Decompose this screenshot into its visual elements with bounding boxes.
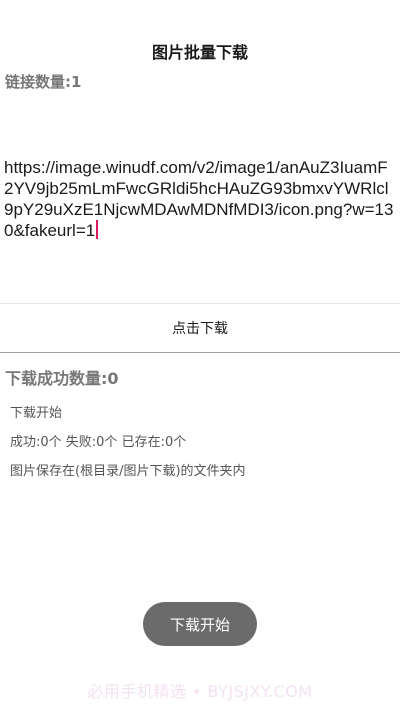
toast-message: 下载开始 <box>143 602 257 646</box>
download-button[interactable]: 点击下载 <box>0 304 400 352</box>
log-line-save-path: 图片保存在(根目录/图片下载)的文件夹内 <box>10 464 246 479</box>
log-list: 下载开始 成功:0个 失败:0个 已存在:0个 图片保存在(根目录/图片下载)的… <box>10 404 246 491</box>
page-title: 图片批量下载 <box>151 43 248 62</box>
log-line-stats: 成功:0个 失败:0个 已存在:0个 <box>10 435 187 450</box>
link-count-label: 链接数量:1 <box>5 73 82 91</box>
watermark: 必用手机精选 • BYJSJXY.COM <box>87 682 313 701</box>
success-count-label: 下载成功数量:0 <box>5 369 119 388</box>
text-cursor <box>96 220 99 239</box>
log-line-status: 下载开始 <box>10 406 63 421</box>
url-input-text: https://image.winudf.com/v2/image1/anAuZ… <box>4 158 394 240</box>
url-input[interactable]: https://image.winudf.com/v2/image1/anAuZ… <box>4 157 394 241</box>
divider <box>0 352 400 353</box>
